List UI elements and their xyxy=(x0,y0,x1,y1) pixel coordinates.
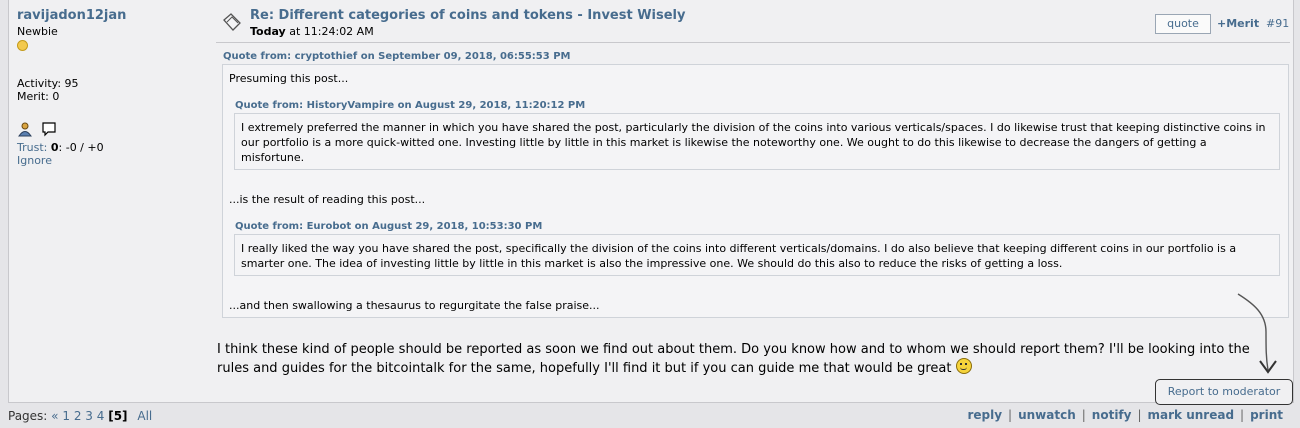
page-link-1[interactable]: 1 xyxy=(62,409,70,423)
print-link[interactable]: print xyxy=(1250,408,1283,422)
post-subject[interactable]: Re: Different categories of coins and to… xyxy=(250,8,686,23)
ignore-link[interactable]: Ignore xyxy=(17,154,207,167)
page-link-3[interactable]: 3 xyxy=(85,409,93,423)
activity-stat: Activity: 95 xyxy=(17,77,79,90)
quote-button[interactable]: quote xyxy=(1155,14,1211,34)
outer-quote-line3: ...and then swallowing a thesaurus to re… xyxy=(229,299,600,312)
page-link-2[interactable]: 2 xyxy=(74,409,82,423)
inner-quote2-text: I really liked the way you have shared t… xyxy=(241,242,1237,270)
inner-quote2-header[interactable]: Quote from: Eurobot on August 29, 2018, … xyxy=(235,221,542,232)
subject-icon xyxy=(222,12,242,32)
notify-link[interactable]: notify xyxy=(1092,408,1132,422)
inner-quote1-header[interactable]: Quote from: HistoryVampire on August 29,… xyxy=(235,100,585,111)
pagination: Pages: « 1 2 3 4 [5] All xyxy=(8,409,152,423)
inner-quote1-text: I extremely preferred the manner in whic… xyxy=(241,121,1266,164)
all-pages-link[interactable]: All xyxy=(137,409,152,423)
date-time: at 11:24:02 AM xyxy=(285,25,374,38)
trust-line: Trust: 0: -0 / +0 xyxy=(17,141,207,154)
trust-label[interactable]: Trust: xyxy=(17,141,47,154)
report-to-moderator-link[interactable]: Report to moderator xyxy=(1155,379,1293,405)
poster-rank: Newbie xyxy=(17,25,58,38)
post-body-text: I think these kind of people should be r… xyxy=(217,342,1250,376)
mark-unread-link[interactable]: mark unread xyxy=(1148,408,1235,422)
merit-stat: Merit: 0 xyxy=(17,90,60,103)
page-link-4[interactable]: 4 xyxy=(97,409,105,423)
post-number[interactable]: #91 xyxy=(1266,17,1289,30)
outer-quote-line1: Presuming this post... xyxy=(229,72,349,85)
trust-value: 0 xyxy=(50,141,59,154)
poster-name[interactable]: ravijadon12jan xyxy=(17,8,207,23)
rank-coin-icon xyxy=(17,40,28,51)
post-date: Today at 11:24:02 AM xyxy=(250,25,374,38)
outer-quote-line2: ...is the result of reading this post... xyxy=(229,193,426,206)
pages-label: Pages: xyxy=(8,409,52,423)
reply-link[interactable]: reply xyxy=(967,408,1002,422)
message-icon[interactable] xyxy=(41,121,57,140)
outer-quote-header[interactable]: Quote from: cryptothief on September 09,… xyxy=(223,51,570,62)
smiley-icon xyxy=(955,358,972,374)
profile-icon[interactable] xyxy=(17,121,33,140)
prev-page-link[interactable]: « xyxy=(51,409,58,423)
current-page: [5] xyxy=(108,409,128,423)
header-divider xyxy=(216,42,1290,43)
trust-detail: : -0 / +0 xyxy=(58,141,104,154)
date-today: Today xyxy=(250,25,286,38)
merit-link[interactable]: +Merit xyxy=(1217,17,1259,30)
post-body: I think these kind of people should be r… xyxy=(217,341,1277,377)
topic-actions: reply | unwatch | notify | mark unread | print xyxy=(967,408,1283,422)
annotation-arrow-icon xyxy=(1237,293,1277,374)
unwatch-link[interactable]: unwatch xyxy=(1018,408,1076,422)
poster-info: ravijadon12jan Newbie Activity: 95 Merit… xyxy=(17,8,207,167)
